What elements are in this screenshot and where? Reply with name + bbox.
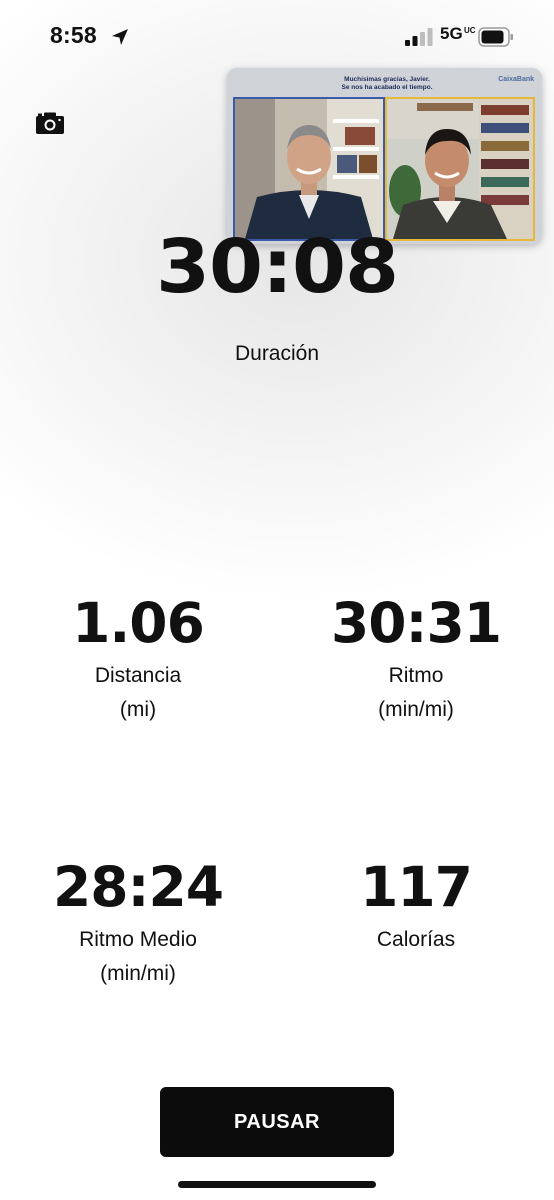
battery-icon xyxy=(478,27,513,47)
pip-caption-line1: Muchísimas gracias, Javier. xyxy=(344,76,430,83)
home-indicator[interactable] xyxy=(178,1181,376,1188)
location-arrow-icon xyxy=(112,29,128,45)
metric-distance-value: 1.06 xyxy=(72,591,205,655)
pip-video-window[interactable]: Muchísimas gracias, Javier. Se nos ha ac… xyxy=(227,68,542,244)
metric-average-pace-label: Ritmo Medio xyxy=(79,928,197,951)
duration-value: 30:08 xyxy=(155,224,399,310)
metric-calories-value: 117 xyxy=(360,855,473,919)
metric-distance-label: Distancia xyxy=(94,664,182,687)
pip-video-left xyxy=(233,97,385,241)
metric-distance-unit: (mi) xyxy=(119,698,157,721)
metric-calories-label: Calorías xyxy=(376,928,456,951)
pip-right-scene xyxy=(387,99,533,239)
metric-average-pace-unit: (min/mi) xyxy=(100,962,176,985)
metric-pace-value: 30:31 xyxy=(330,591,502,655)
pip-caption: Muchísimas gracias, Javier. Se nos ha ac… xyxy=(307,76,467,92)
pip-caption-line2: Se nos ha acabado el tiempo. xyxy=(341,84,433,91)
metric-pace: 30:31 Ritmo (min/mi) xyxy=(286,588,546,726)
metric-calories: 117 Calorías xyxy=(286,852,546,956)
pip-video-right xyxy=(385,97,535,241)
pip-brand-logo: CaixaBank xyxy=(498,76,534,83)
duration-label: Duración xyxy=(234,342,320,365)
pause-button[interactable]: PAUSAR xyxy=(160,1087,394,1157)
metric-pace-label: Ritmo xyxy=(388,664,444,687)
network-suffix: UC xyxy=(464,26,476,35)
signal-icon xyxy=(405,28,433,46)
status-bar: 8:58 5G UC xyxy=(0,0,554,70)
metric-average-pace: 28:24 Ritmo Medio (min/mi) xyxy=(8,852,268,990)
metric-distance: 1.06 Distancia (mi) xyxy=(8,588,268,726)
status-time: 8:58 xyxy=(50,22,97,48)
network-type: 5G xyxy=(440,24,463,43)
metric-pace-unit: (min/mi) xyxy=(378,698,454,721)
metric-average-pace-value: 28:24 xyxy=(52,855,224,919)
camera-icon[interactable] xyxy=(35,111,65,135)
pip-left-scene xyxy=(235,99,383,239)
